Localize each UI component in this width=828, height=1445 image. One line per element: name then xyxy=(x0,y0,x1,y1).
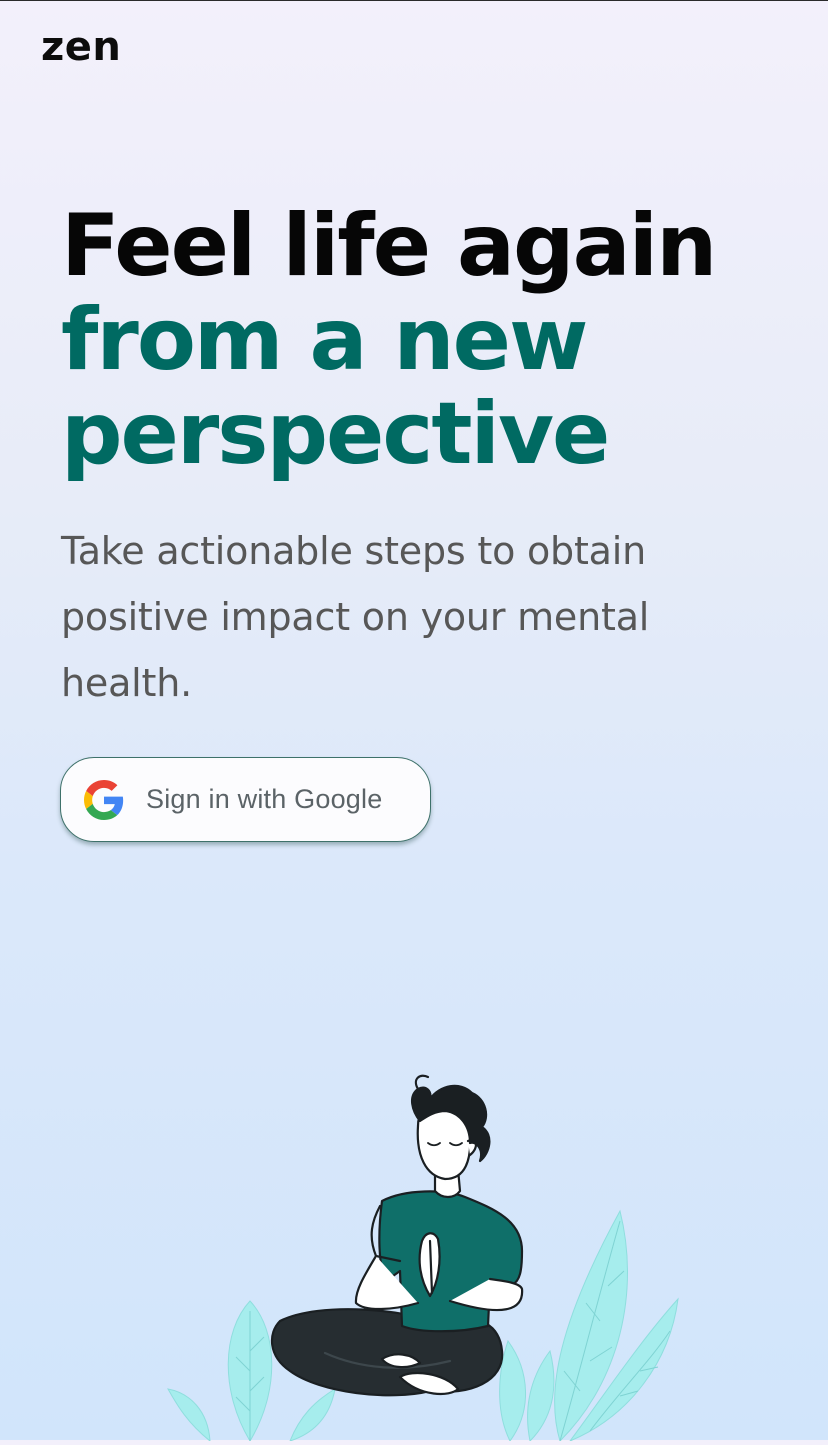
headline-line-3: perspective xyxy=(61,384,610,484)
headline-line-2: from a new xyxy=(61,290,588,390)
meditating-person-icon xyxy=(270,1074,524,1397)
google-signin-label: Sign in with Google xyxy=(146,784,383,814)
hero-headline: Feel life again from a new perspective xyxy=(61,199,821,481)
app-logo: zen xyxy=(41,24,122,70)
meditation-illustration xyxy=(150,1071,710,1443)
google-signin-button[interactable]: Sign in with Google xyxy=(60,757,431,842)
hero-subtext: Take actionable steps to obtain positive… xyxy=(61,529,650,705)
headline-line-1: Feel life again xyxy=(61,196,717,296)
google-g-icon xyxy=(84,779,124,820)
